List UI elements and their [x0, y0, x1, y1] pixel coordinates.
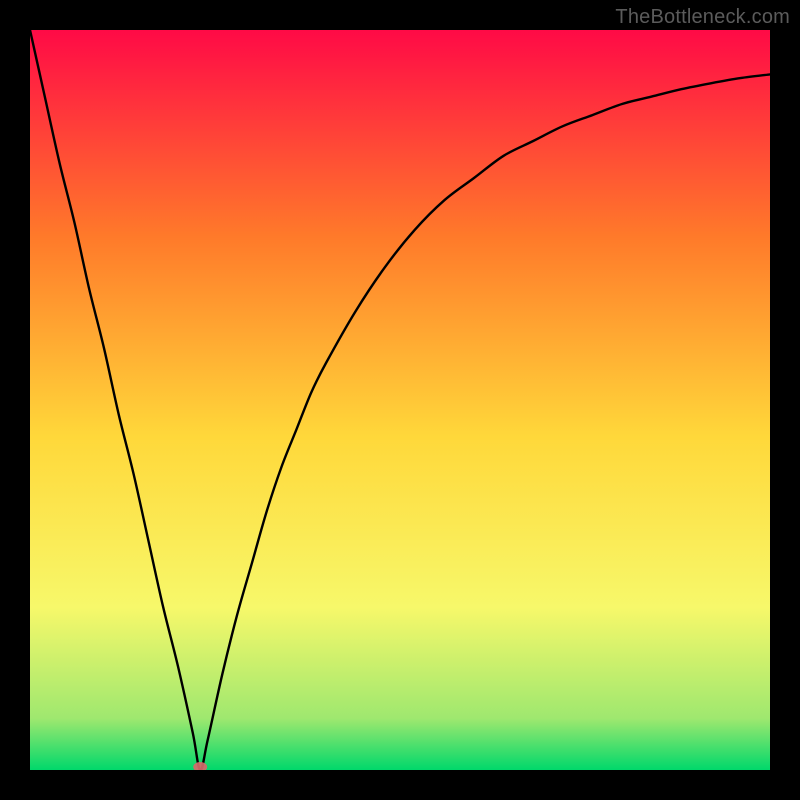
watermark-text: TheBottleneck.com: [615, 6, 790, 29]
chart-svg: [30, 30, 770, 770]
plot-area: [30, 30, 770, 770]
chart-frame: TheBottleneck.com: [0, 0, 800, 800]
gradient-background: [30, 30, 770, 770]
